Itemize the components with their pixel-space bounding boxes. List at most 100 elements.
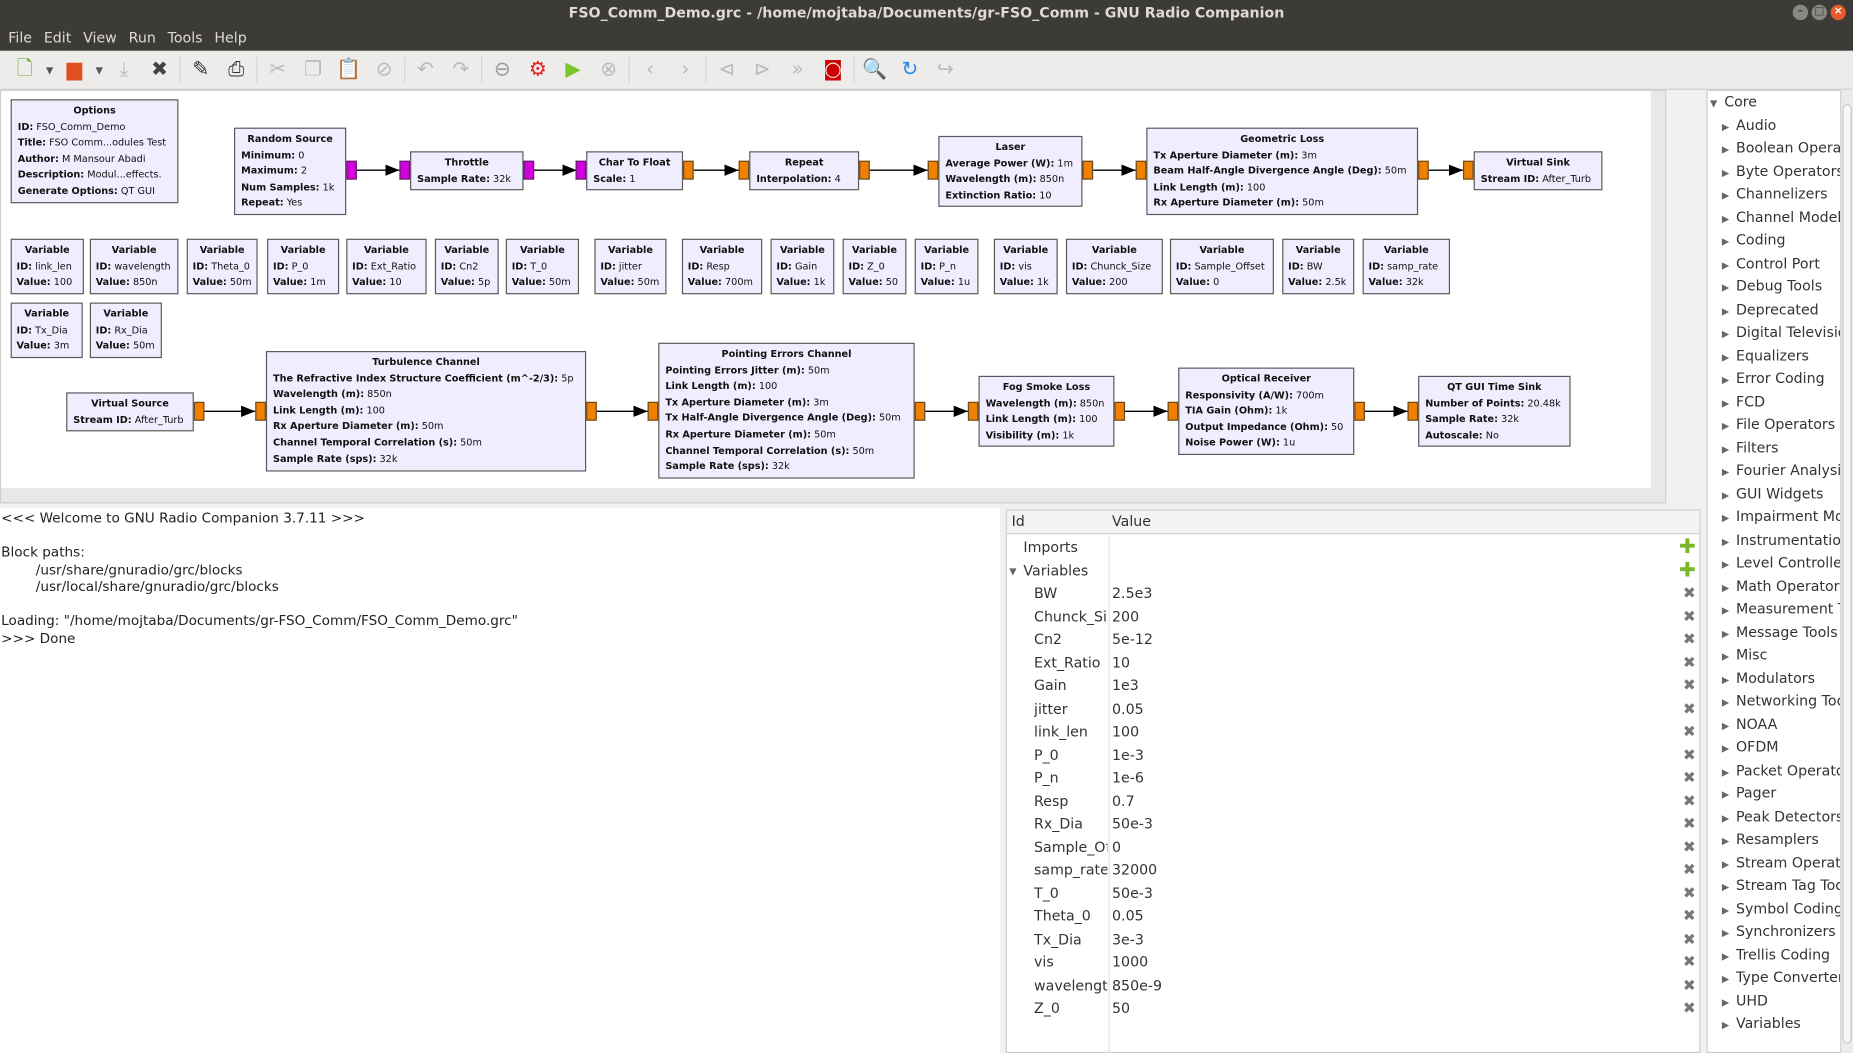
expander-icon[interactable]: ▶: [1722, 807, 1736, 830]
remove-variable-icon[interactable]: ✖: [1683, 882, 1696, 905]
tree-item-peak-detectors[interactable]: ▶ Peak Detectors: [1722, 805, 1840, 830]
expander-icon[interactable]: ▶: [1722, 323, 1736, 346]
tree-item-message-tools[interactable]: ▶ Message Tools: [1722, 621, 1838, 644]
expander-icon[interactable]: ▶: [1722, 230, 1736, 253]
input-port[interactable]: [647, 401, 659, 421]
expander-icon[interactable]: ▶: [1722, 438, 1736, 461]
expander-icon[interactable]: ▶: [1722, 876, 1736, 899]
expander-icon[interactable]: ▶: [1722, 853, 1736, 876]
remove-variable-icon[interactable]: ✖: [1683, 698, 1696, 721]
variable-block-jitter[interactable]: Variable ID: jitter Value: 50m: [594, 238, 667, 295]
col-value[interactable]: Value: [1112, 513, 1151, 530]
tree-item-coding[interactable]: ▶ Coding: [1722, 229, 1786, 252]
remove-variable-icon[interactable]: ✖: [1683, 767, 1696, 790]
expander-icon[interactable]: ▶: [1722, 761, 1736, 784]
input-port[interactable]: [1167, 401, 1179, 421]
output-port[interactable]: [523, 160, 535, 180]
new-icon[interactable]: 🗋: [7, 54, 42, 85]
variable-block-ext-ratio[interactable]: Variable ID: Ext_Ratio Value: 10: [346, 238, 427, 295]
tree-item-pager[interactable]: ▶ Pager: [1722, 782, 1776, 805]
variable-value[interactable]: 0: [1112, 836, 1121, 859]
variable-value[interactable]: 3e-3: [1112, 928, 1144, 951]
variable-value[interactable]: 1e3: [1112, 675, 1139, 698]
expander-icon[interactable]: ▶: [1722, 507, 1736, 530]
remove-variable-icon[interactable]: ✖: [1683, 629, 1696, 652]
variable-row[interactable]: BW 2.5e3 ✖: [1007, 583, 1700, 606]
save-icon[interactable]: ⤓: [106, 54, 141, 85]
undo-icon[interactable]: ↶: [408, 54, 443, 85]
maximize-icon[interactable]: □: [1811, 4, 1828, 21]
expander-icon[interactable]: ▶: [1722, 115, 1736, 138]
variable-value[interactable]: 0.05: [1112, 698, 1144, 721]
remove-variable-icon[interactable]: ✖: [1683, 859, 1696, 882]
add-import-icon[interactable]: ✚: [1679, 536, 1696, 560]
variable-row[interactable]: P_n 1e-6 ✖: [1007, 767, 1700, 790]
variable-row[interactable]: Resp 0.7 ✖: [1007, 790, 1700, 813]
variable-block-sample-offset[interactable]: Variable ID: Sample_Offset Value: 0: [1169, 238, 1274, 295]
expander-icon[interactable]: ▶: [1722, 254, 1736, 277]
expander-icon[interactable]: ▶: [1722, 138, 1736, 161]
print-icon[interactable]: ⎙: [219, 54, 254, 85]
tree-item-filters[interactable]: ▶ Filters: [1722, 437, 1779, 460]
remove-variable-icon[interactable]: ✖: [1683, 813, 1696, 836]
variable-row[interactable]: samp_rate 32000 ✖: [1007, 859, 1700, 882]
tree-item-resamplers[interactable]: ▶ Resamplers: [1722, 828, 1819, 851]
variable-block-p-n[interactable]: Variable ID: P_n Value: 1u: [914, 238, 979, 295]
variable-block-gain[interactable]: Variable ID: Gain Value: 1k: [770, 238, 835, 295]
expander-icon[interactable]: ▶: [1722, 968, 1736, 991]
block-options[interactable]: Options ID: FSO_Comm_Demo Title: FSO Comm.…: [10, 99, 179, 204]
menu-run[interactable]: Run: [123, 26, 162, 51]
menu-view[interactable]: View: [77, 26, 122, 51]
remove-variable-icon[interactable]: ✖: [1683, 606, 1696, 629]
tree-item-fcd[interactable]: ▶ FCD: [1722, 391, 1765, 414]
variable-row[interactable]: Gain 1e3 ✖: [1007, 675, 1700, 698]
input-port[interactable]: [1463, 160, 1474, 180]
expander-icon[interactable]: ▶: [1722, 161, 1736, 184]
open-icon[interactable]: ▆: [57, 54, 92, 85]
variable-row[interactable]: Theta_0 0.05 ✖: [1007, 905, 1700, 928]
variable-row[interactable]: jitter 0.05 ✖: [1007, 698, 1700, 721]
input-port[interactable]: [967, 401, 979, 421]
tree-item-instrumentation[interactable]: ▶ Instrumentation: [1722, 529, 1840, 552]
variable-row[interactable]: Z_0 50 ✖: [1007, 997, 1700, 1020]
variable-block-bw[interactable]: Variable ID: BW Value: 2.5k: [1282, 238, 1355, 295]
tree-item-variables[interactable]: ▶ Variables: [1722, 1013, 1801, 1036]
tree-item-noaa[interactable]: ▶ NOAA: [1722, 713, 1778, 736]
open-dropdown-icon[interactable]: ▼: [92, 54, 106, 85]
output-port[interactable]: [586, 401, 597, 421]
variable-row[interactable]: Cn2 5e-12 ✖: [1007, 629, 1700, 652]
find-icon[interactable]: 🔍: [857, 54, 892, 85]
imports-row[interactable]: Imports ✚: [1007, 536, 1700, 560]
tree-item-channelizers[interactable]: ▶ Channelizers: [1722, 183, 1828, 206]
redo-icon[interactable]: ↷: [443, 54, 478, 85]
tree-item-fourier-analysis[interactable]: ▶ Fourier Analysis: [1722, 460, 1840, 483]
variable-value[interactable]: 50: [1112, 997, 1130, 1020]
variable-block-tx-dia[interactable]: Variable ID: Tx_Dia Value: 3m: [10, 302, 83, 359]
input-port[interactable]: [1407, 401, 1419, 421]
remove-icon[interactable]: ⊖: [485, 54, 520, 85]
tree-item-impairment-models[interactable]: ▶Impairment Models: [1722, 506, 1840, 530]
output-port[interactable]: [859, 160, 870, 180]
remove-variable-icon[interactable]: ✖: [1683, 974, 1696, 997]
variable-value[interactable]: 50e-3: [1112, 882, 1153, 905]
variables-row[interactable]: ▼ Variables ✚: [1007, 559, 1700, 583]
expander-icon[interactable]: ▶: [1722, 599, 1736, 622]
expander-icon[interactable]: ▶: [1722, 392, 1736, 415]
remove-variable-icon[interactable]: ✖: [1683, 721, 1696, 744]
tree-item-boolean-operators[interactable]: ▶Boolean Operators: [1722, 137, 1840, 161]
variable-value[interactable]: 5e-12: [1112, 629, 1153, 652]
variable-block-cn2[interactable]: Variable ID: Cn2 Value: 5p: [434, 238, 499, 295]
tree-item-modulators[interactable]: ▶ Modulators: [1722, 667, 1815, 690]
block-optical-receiver[interactable]: Optical Receiver Responsivity (A/W): 700m…: [1178, 367, 1355, 456]
expander-icon[interactable]: ▶: [1722, 922, 1736, 945]
block-pointing-errors-channel[interactable]: Pointing Errors Channel Pointing Errors J…: [658, 342, 915, 479]
variable-value[interactable]: 0.05: [1112, 905, 1144, 928]
tree-item-deprecated[interactable]: ▶ Deprecated: [1722, 298, 1819, 321]
remove-variable-icon[interactable]: ✖: [1683, 652, 1696, 675]
close-window-icon[interactable]: ×: [1830, 4, 1846, 21]
flowgraph-canvas[interactable]: Options ID: FSO_Comm_Demo Title: FSO Comm.…: [1, 91, 1651, 489]
variable-row[interactable]: Sample_Offset 0 ✖: [1007, 836, 1700, 859]
tree-item-debug-tools[interactable]: ▶ Debug Tools: [1722, 275, 1822, 298]
generate-icon[interactable]: ⚙: [520, 54, 555, 85]
variable-row[interactable]: link_len 100 ✖: [1007, 721, 1700, 744]
